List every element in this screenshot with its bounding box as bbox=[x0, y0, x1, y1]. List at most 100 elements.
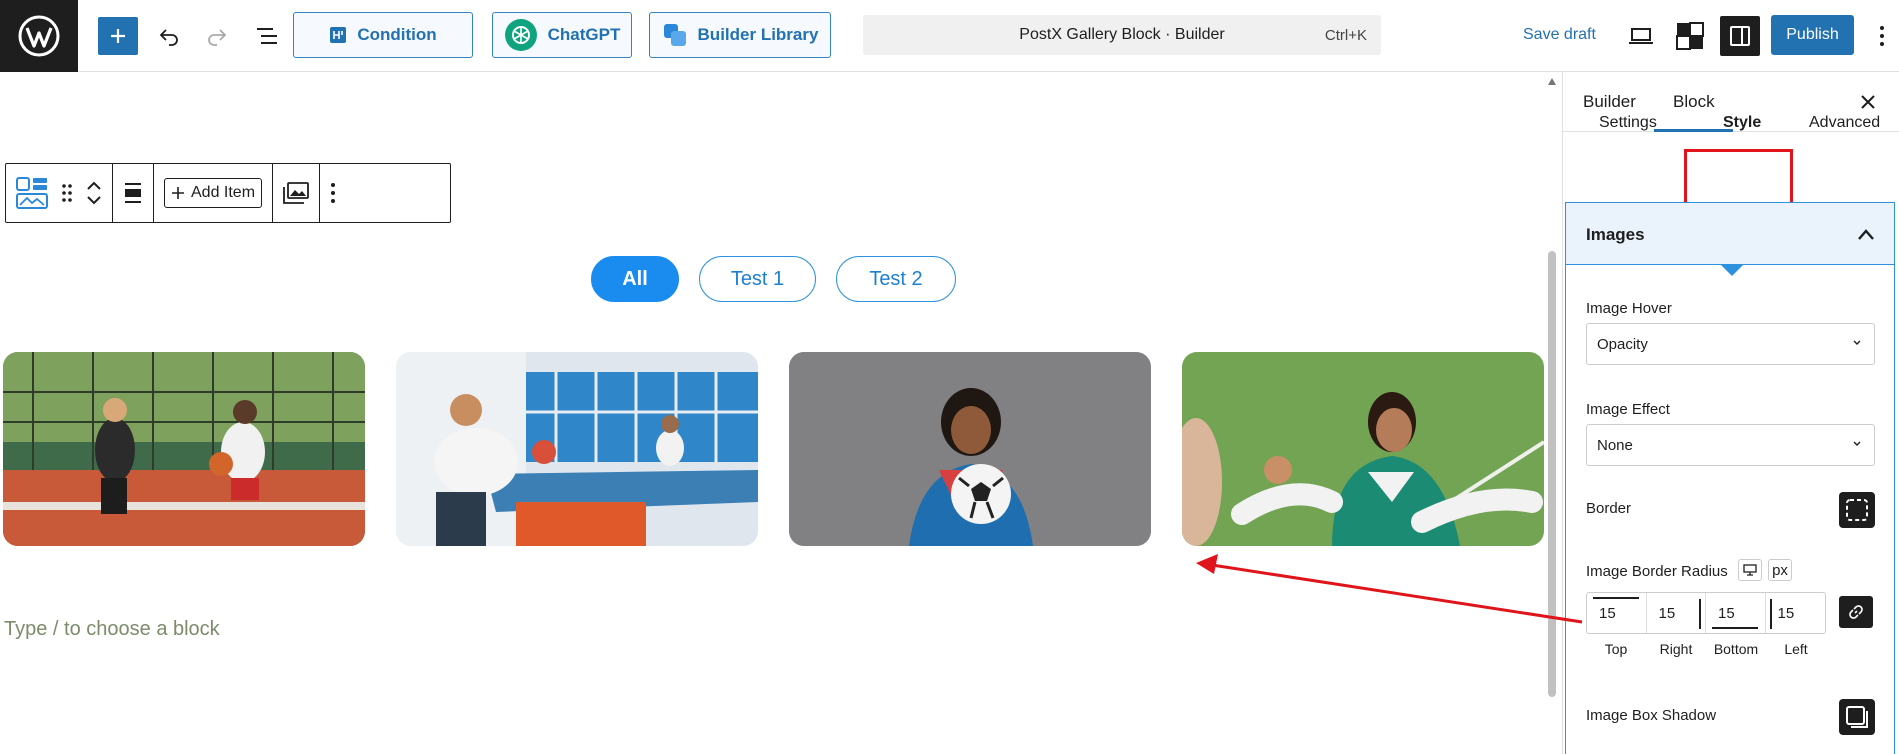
link-icon bbox=[1849, 605, 1863, 619]
builder-library-button[interactable]: Builder Library bbox=[649, 12, 831, 58]
gallery-image-table-tennis[interactable] bbox=[396, 352, 758, 546]
tab-builder[interactable]: Builder bbox=[1583, 92, 1636, 112]
add-item-button[interactable]: Add Item bbox=[164, 178, 263, 208]
command-shortcut: Ctrl+K bbox=[1324, 27, 1367, 44]
editor-app: Condition ChatGPT Builder Library PostX … bbox=[0, 0, 1899, 754]
wordpress-logo-icon[interactable] bbox=[0, 0, 78, 72]
chatgpt-button[interactable]: ChatGPT bbox=[492, 12, 632, 58]
image-effect-select[interactable]: None bbox=[1586, 424, 1875, 466]
block-toolbar-group-add: Add Item bbox=[154, 164, 274, 222]
panel-title: Images bbox=[1586, 225, 1645, 244]
undo-button[interactable] bbox=[150, 17, 188, 55]
filter-test1-button[interactable]: Test 1 bbox=[699, 256, 816, 302]
document-overview-button[interactable] bbox=[248, 17, 288, 55]
redo-icon bbox=[208, 29, 227, 46]
tab-block[interactable]: Block bbox=[1673, 92, 1715, 112]
block-toolbar: Add Item bbox=[5, 163, 451, 223]
images-panel-header[interactable]: Images bbox=[1566, 203, 1894, 265]
radius-bottom-input[interactable]: 15 bbox=[1706, 593, 1766, 633]
block-toolbar-group-main bbox=[6, 164, 113, 222]
subtab-advanced[interactable]: Advanced bbox=[1809, 114, 1880, 132]
radius-right-label: Right bbox=[1659, 641, 1693, 657]
drag-handle-icon[interactable] bbox=[60, 182, 74, 204]
image-effect-value: None bbox=[1597, 437, 1633, 454]
redo-button[interactable] bbox=[198, 17, 236, 55]
block-toolbar-group-media bbox=[273, 164, 321, 222]
block-appender-placeholder[interactable]: Type / to choose a block bbox=[4, 618, 220, 641]
chatgpt-label: ChatGPT bbox=[547, 25, 621, 44]
block-toolbar-group-more bbox=[320, 164, 346, 222]
scroll-up-icon[interactable] bbox=[1548, 78, 1556, 85]
border-radius-label: Image Border Radius bbox=[1586, 563, 1728, 580]
blocks-icon bbox=[1676, 22, 1704, 50]
gallery-image-football[interactable] bbox=[789, 352, 1151, 546]
add-item-label: Add Item bbox=[191, 184, 256, 201]
images-panel: Images Image Hover Opacity Image Effect … bbox=[1565, 202, 1895, 754]
box-shadow-button[interactable] bbox=[1839, 699, 1875, 735]
options-button[interactable] bbox=[1870, 17, 1894, 55]
chevron-down-icon bbox=[1853, 340, 1861, 345]
subtab-style[interactable]: Style bbox=[1723, 114, 1761, 132]
site-kit-button[interactable] bbox=[1670, 16, 1710, 56]
undo-icon bbox=[159, 29, 178, 46]
more-vertical-icon bbox=[1880, 26, 1884, 46]
command-palette-bar[interactable]: PostX Gallery Block · Builder Ctrl+K bbox=[863, 15, 1381, 55]
preview-button[interactable] bbox=[1622, 17, 1660, 55]
add-block-button[interactable] bbox=[98, 17, 138, 55]
box-shadow-label: Image Box Shadow bbox=[1586, 707, 1717, 724]
close-icon bbox=[1861, 95, 1875, 109]
panel-notch bbox=[1721, 265, 1743, 276]
border-radius-inputs: 15 15 15 15 bbox=[1586, 592, 1826, 634]
canvas-scrollbar[interactable] bbox=[1544, 74, 1560, 754]
scroll-thumb[interactable] bbox=[1548, 251, 1556, 697]
filter-test2-button[interactable]: Test 2 bbox=[836, 256, 956, 302]
filter-all-button[interactable]: All bbox=[591, 256, 679, 302]
gallery-filter-bar: All Test 1 Test 2 bbox=[591, 256, 956, 302]
box-shadow-icon bbox=[1846, 706, 1868, 728]
link-values-button[interactable] bbox=[1839, 596, 1873, 628]
radius-left-label: Left bbox=[1784, 641, 1808, 657]
image-hover-value: Opacity bbox=[1597, 336, 1648, 353]
condition-icon bbox=[330, 27, 347, 43]
chevron-up-icon[interactable] bbox=[1856, 225, 1876, 245]
border-settings-button[interactable] bbox=[1839, 492, 1875, 528]
radius-tools: px bbox=[1738, 559, 1792, 581]
settings-toggle-button[interactable] bbox=[1720, 16, 1760, 56]
image-effect-label: Image Effect bbox=[1586, 401, 1670, 418]
radius-left-value: 15 bbox=[1777, 605, 1795, 622]
align-icon[interactable] bbox=[123, 182, 143, 204]
sidebar-icon bbox=[1730, 26, 1750, 46]
move-up-icon[interactable] bbox=[86, 181, 102, 191]
save-draft-button[interactable]: Save draft bbox=[1523, 26, 1596, 44]
top-toolbar: Condition ChatGPT Builder Library PostX … bbox=[0, 0, 1899, 72]
block-movers bbox=[86, 181, 102, 205]
plus-icon bbox=[172, 187, 184, 199]
image-hover-label: Image Hover bbox=[1586, 300, 1672, 317]
radius-top-value: 15 bbox=[1599, 605, 1616, 622]
desktop-icon bbox=[1743, 564, 1757, 576]
radius-bottom-value: 15 bbox=[1718, 605, 1735, 622]
image-hover-select[interactable]: Opacity bbox=[1586, 323, 1875, 365]
media-gallery-icon[interactable] bbox=[283, 182, 309, 204]
responsive-device-button[interactable] bbox=[1738, 559, 1762, 581]
publish-button[interactable]: Publish bbox=[1771, 15, 1854, 55]
gallery-image-celebration[interactable] bbox=[1182, 352, 1544, 546]
builder-library-label: Builder Library bbox=[697, 25, 819, 44]
close-sidebar-button[interactable] bbox=[1856, 90, 1880, 114]
plus-icon bbox=[111, 29, 125, 43]
list-view-icon bbox=[257, 28, 277, 44]
radius-left-input[interactable]: 15 bbox=[1766, 593, 1826, 633]
gallery-block-icon[interactable] bbox=[16, 177, 48, 209]
radius-top-input[interactable]: 15 bbox=[1587, 593, 1647, 633]
move-down-icon[interactable] bbox=[86, 195, 102, 205]
settings-sidebar: Builder Block Settings Style Advanced Im… bbox=[1562, 72, 1899, 754]
gallery-image-basketball[interactable] bbox=[3, 352, 365, 546]
radius-right-input[interactable]: 15 bbox=[1647, 593, 1706, 633]
unit-select[interactable]: px bbox=[1768, 559, 1792, 581]
desktop-icon bbox=[1629, 28, 1653, 44]
subtab-settings[interactable]: Settings bbox=[1599, 114, 1657, 132]
condition-button[interactable]: Condition bbox=[293, 12, 473, 58]
condition-label: Condition bbox=[357, 25, 437, 44]
more-vertical-icon[interactable] bbox=[330, 182, 336, 204]
radius-right-value: 15 bbox=[1658, 605, 1676, 622]
